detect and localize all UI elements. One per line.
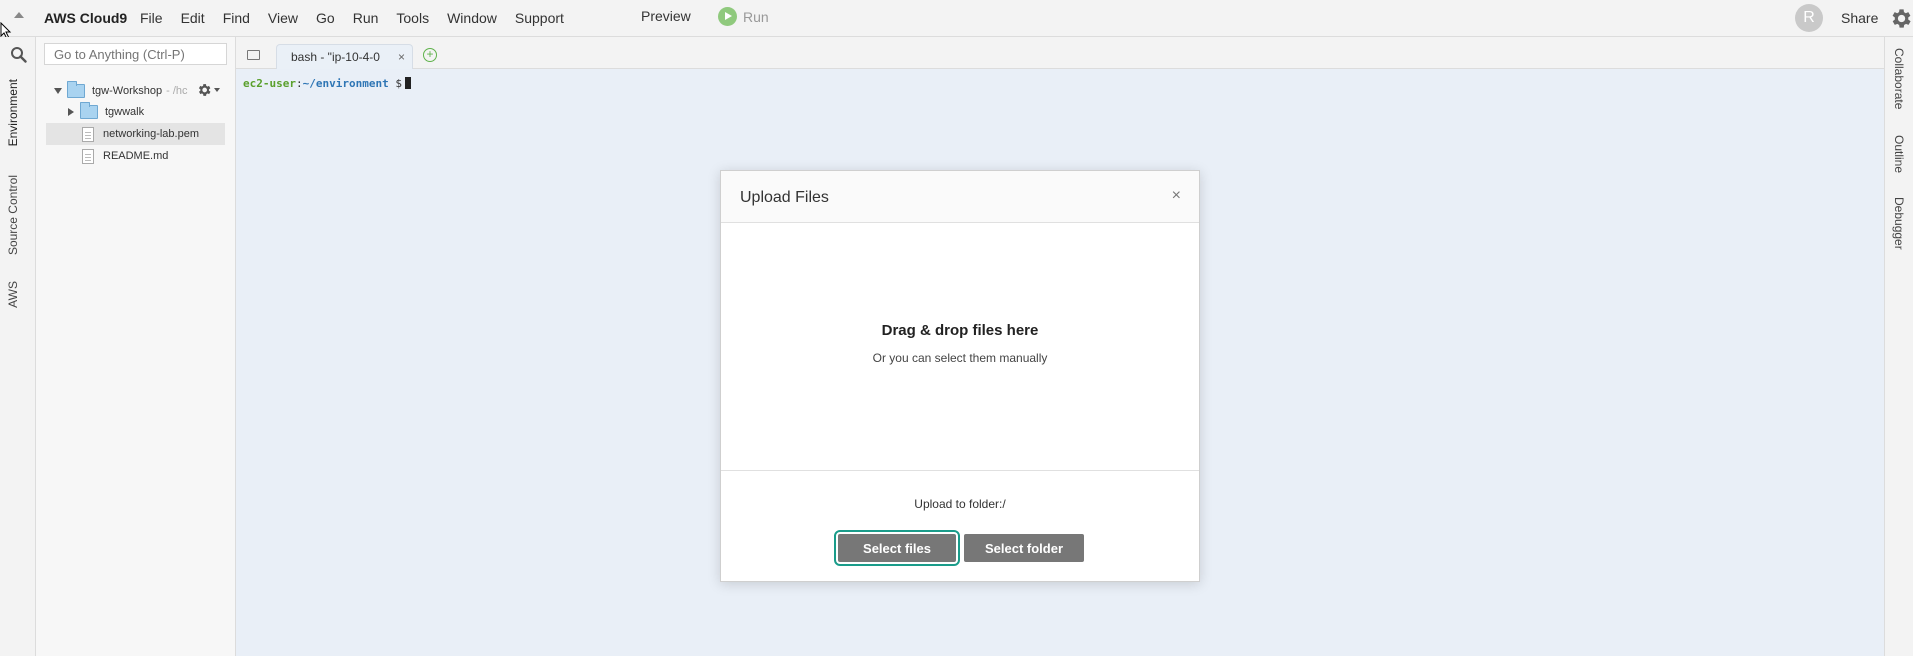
dialog-title: Upload Files xyxy=(740,189,829,206)
menu-bar: AWS Cloud9 File Edit Find View Go Run To… xyxy=(0,0,1913,40)
expand-right-icon[interactable] xyxy=(68,108,74,116)
go-to-anything-input[interactable] xyxy=(45,44,226,64)
menu-view[interactable]: View xyxy=(268,10,298,26)
tree-item-networking-lab-pem[interactable]: networking-lab.pem xyxy=(46,123,225,145)
preview-button[interactable]: Preview xyxy=(641,8,691,24)
tree-item-label: README.md xyxy=(103,150,169,162)
tree-item-tgwwalk[interactable]: tgwwalk xyxy=(68,101,144,123)
close-icon[interactable]: × xyxy=(1172,187,1181,205)
tree-settings-caret-icon[interactable] xyxy=(214,88,220,92)
file-icon xyxy=(82,126,94,142)
run-label: Run xyxy=(743,8,769,25)
terminal-cursor xyxy=(404,77,411,89)
tab-collaborate[interactable]: Collaborate xyxy=(1892,48,1906,109)
upload-files-dialog: Upload Files × Drag & drop files here Or… xyxy=(720,170,1200,582)
prompt-dollar: $ xyxy=(395,77,402,90)
tree-root-row[interactable]: tgw-Workshop - /hc xyxy=(54,80,188,102)
drop-zone-subtitle: Or you can select them manually xyxy=(872,351,1048,365)
menu-support[interactable]: Support xyxy=(515,10,564,26)
play-icon xyxy=(718,7,737,26)
tab-source-control[interactable]: Source Control xyxy=(6,175,20,255)
menu-window[interactable]: Window xyxy=(447,10,497,26)
share-button[interactable]: Share xyxy=(1841,10,1878,26)
prompt-path: ~/environment xyxy=(302,77,389,90)
right-panel-tabs: Collaborate Outline Debugger xyxy=(1884,37,1913,656)
tab-list-icon[interactable] xyxy=(247,50,260,60)
user-avatar[interactable]: R xyxy=(1795,4,1823,32)
go-to-anything-box[interactable] xyxy=(44,43,227,65)
main-menu: File Edit Find View Go Run Tools Window … xyxy=(140,10,582,26)
search-icon[interactable] xyxy=(10,46,27,63)
collapse-menu-icon[interactable] xyxy=(14,12,24,18)
editor-tabs-bar: bash - "ip-10-4-0 × + xyxy=(236,37,1884,70)
gear-icon[interactable] xyxy=(1888,6,1913,31)
menu-run[interactable]: Run xyxy=(353,10,379,26)
menu-go[interactable]: Go xyxy=(316,10,335,26)
tab-bash-terminal[interactable]: bash - "ip-10-4-0 × xyxy=(276,44,413,70)
run-button[interactable]: Run xyxy=(718,7,769,26)
select-folder-button[interactable]: Select folder xyxy=(964,534,1084,562)
tree-root-name: tgw-Workshop xyxy=(92,85,163,97)
tab-debugger[interactable]: Debugger xyxy=(1892,197,1906,250)
prompt-separator: : xyxy=(295,77,303,90)
file-icon xyxy=(82,148,94,164)
tree-item-label: tgwwalk xyxy=(105,106,145,118)
app-brand[interactable]: AWS Cloud9 xyxy=(44,10,127,26)
tab-environment[interactable]: Environment xyxy=(6,79,20,146)
menu-file[interactable]: File xyxy=(140,10,163,26)
expand-down-icon[interactable] xyxy=(54,88,62,94)
folder-icon xyxy=(80,102,98,119)
drop-zone-title: Drag & drop files here xyxy=(881,322,1039,339)
prompt-user: ec2-user xyxy=(243,77,296,90)
close-icon[interactable]: × xyxy=(398,45,405,69)
tree-settings-gear-icon[interactable] xyxy=(196,82,212,98)
menu-tools[interactable]: Tools xyxy=(396,10,429,26)
tree-item-readme[interactable]: README.md xyxy=(82,145,168,167)
folder-icon xyxy=(67,81,85,98)
drop-zone[interactable]: Drag & drop files here Or you can select… xyxy=(721,223,1199,471)
menu-find[interactable]: Find xyxy=(223,10,250,26)
add-tab-icon[interactable]: + xyxy=(423,48,437,62)
tab-label: bash - "ip-10-4-0 xyxy=(291,50,380,64)
tree-item-label: networking-lab.pem xyxy=(103,128,199,140)
left-panel-tabs: Environment Source Control AWS xyxy=(0,37,36,656)
dialog-header: Upload Files × xyxy=(721,171,1199,223)
tab-outline[interactable]: Outline xyxy=(1892,135,1906,173)
menu-edit[interactable]: Edit xyxy=(181,10,205,26)
tab-aws[interactable]: AWS xyxy=(6,281,20,308)
terminal-prompt: ec2-user:~/environment $ xyxy=(243,77,411,90)
upload-target-folder: Upload to folder:/ xyxy=(914,497,1006,511)
tree-root-suffix: - /hc xyxy=(166,85,188,97)
select-files-button[interactable]: Select files xyxy=(834,530,960,566)
